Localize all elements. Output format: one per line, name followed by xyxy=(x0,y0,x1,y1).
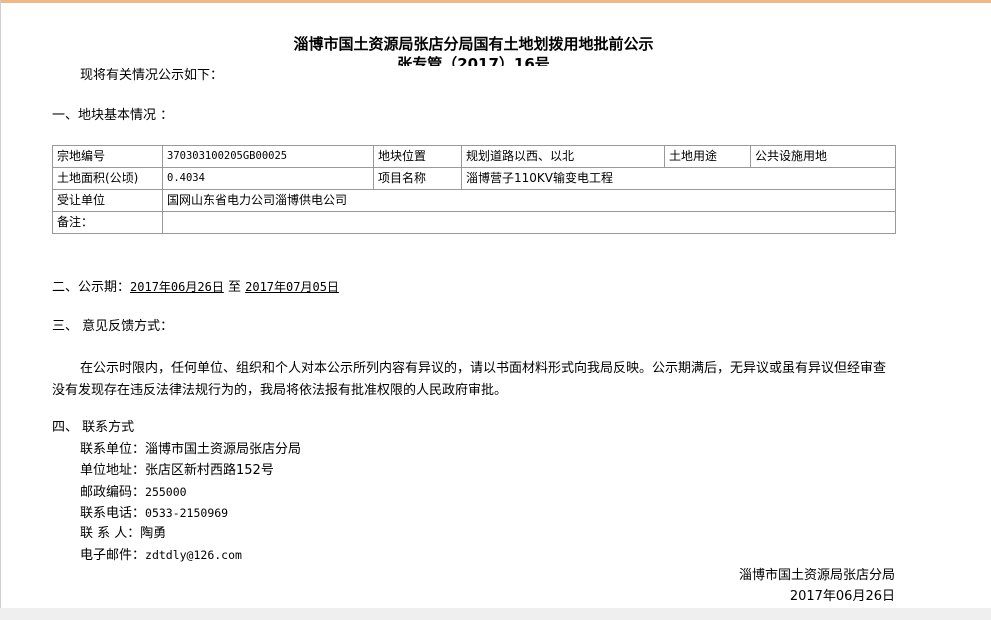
top-border xyxy=(0,0,991,3)
parcel-id-value: 370303100205GB00025 xyxy=(162,145,374,168)
land-info-table: 宗地编号 370303100205GB00025 地块位置 规划道路以西、以北 … xyxy=(52,145,896,234)
grantee-label: 受让单位 xyxy=(52,189,163,212)
project-name-value: 淄博营子110KV输变电工程 xyxy=(461,167,896,190)
feedback-paragraph: 在公示时限内，任何单位、组织和个人对本公示所列内容有异议的，请以书面材料形式向我… xyxy=(52,361,887,398)
title-block: 淄博市国土资源局张店分局国有土地划拨用地批前公示 张专管（2017）16号 xyxy=(0,34,947,66)
section4-heading: 四、 联系方式 xyxy=(52,420,135,435)
table-row: 宗地编号 370303100205GB00025 地块位置 规划道路以西、以北 … xyxy=(52,145,896,168)
contact-address-label: 单位地址： xyxy=(80,463,146,478)
contact-phone-value: 0533-2150969 xyxy=(145,506,229,520)
intro-text: 现将有关情况公示如下： xyxy=(80,68,224,83)
section2-line: 二、公示期：2017年06月26日 至 2017年07月05日 xyxy=(52,279,339,296)
contact-person-label: 联 系 人： xyxy=(80,526,141,541)
grantee-value: 国网山东省电力公司淄博供电公司 xyxy=(162,189,896,212)
land-use-value: 公共设施用地 xyxy=(750,145,896,168)
area-label: 土地面积(公顷) xyxy=(52,167,163,190)
section1-heading: 一、地块基本情况 ： xyxy=(52,108,174,123)
period-end-date[interactable]: 2017年07月05日 xyxy=(245,280,339,294)
table-row: 土地面积(公顷) 0.4034 项目名称 淄博营子110KV输变电工程 xyxy=(52,167,896,190)
contact-person: 联 系 人：陶勇 xyxy=(80,526,166,542)
bottom-scroll-area xyxy=(0,608,991,620)
contact-zip: 邮政编码：255000 xyxy=(80,484,187,501)
contact-unit-value: 淄博市国土资源局张店分局 xyxy=(145,442,302,457)
project-name-label: 项目名称 xyxy=(373,167,462,190)
section3-heading: 三、 意见反馈方式： xyxy=(52,319,174,334)
section2-label: 二、公示期： xyxy=(52,280,131,295)
contact-zip-label: 邮政编码： xyxy=(80,485,146,500)
signature-org: 淄博市国土资源局张店分局 xyxy=(738,568,895,583)
contact-unit-label: 联系单位： xyxy=(80,442,146,457)
contact-address-value: 张店区新村西路152号 xyxy=(145,463,274,478)
contact-unit: 联系单位：淄博市国土资源局张店分局 xyxy=(80,442,301,458)
contact-person-value: 陶勇 xyxy=(140,526,167,541)
parcel-id-label: 宗地编号 xyxy=(52,145,163,168)
doc-number: 张专管（2017）16号 xyxy=(397,55,550,66)
remarks-value xyxy=(162,211,896,234)
land-use-label: 土地用途 xyxy=(664,145,751,168)
remarks-label: 备注： xyxy=(52,211,163,234)
contact-address: 单位地址：张店区新村西路152号 xyxy=(80,463,274,479)
period-to: 至 xyxy=(227,280,241,295)
location-value: 规划道路以西、以北 xyxy=(461,145,665,168)
contact-zip-value: 255000 xyxy=(145,485,187,499)
location-label: 地块位置 xyxy=(373,145,462,168)
signature-date: 2017年06月26日 xyxy=(789,589,895,604)
contact-email: 电子邮件：zdtdly@126.com xyxy=(80,547,242,564)
contact-email-value: zdtdly@126.com xyxy=(145,548,242,562)
contact-email-label: 电子邮件： xyxy=(80,548,146,563)
contact-phone: 联系电话：0533-2150969 xyxy=(80,505,228,522)
area-value: 0.4034 xyxy=(162,167,374,190)
period-start-date[interactable]: 2017年06月26日 xyxy=(130,280,224,294)
left-border xyxy=(0,0,1,620)
table-row: 备注： xyxy=(52,211,896,234)
table-row: 受让单位 国网山东省电力公司淄博供电公司 xyxy=(52,189,896,212)
contact-phone-label: 联系电话： xyxy=(80,506,146,521)
page-title: 淄博市国土资源局张店分局国有土地划拨用地批前公示 xyxy=(293,35,654,53)
